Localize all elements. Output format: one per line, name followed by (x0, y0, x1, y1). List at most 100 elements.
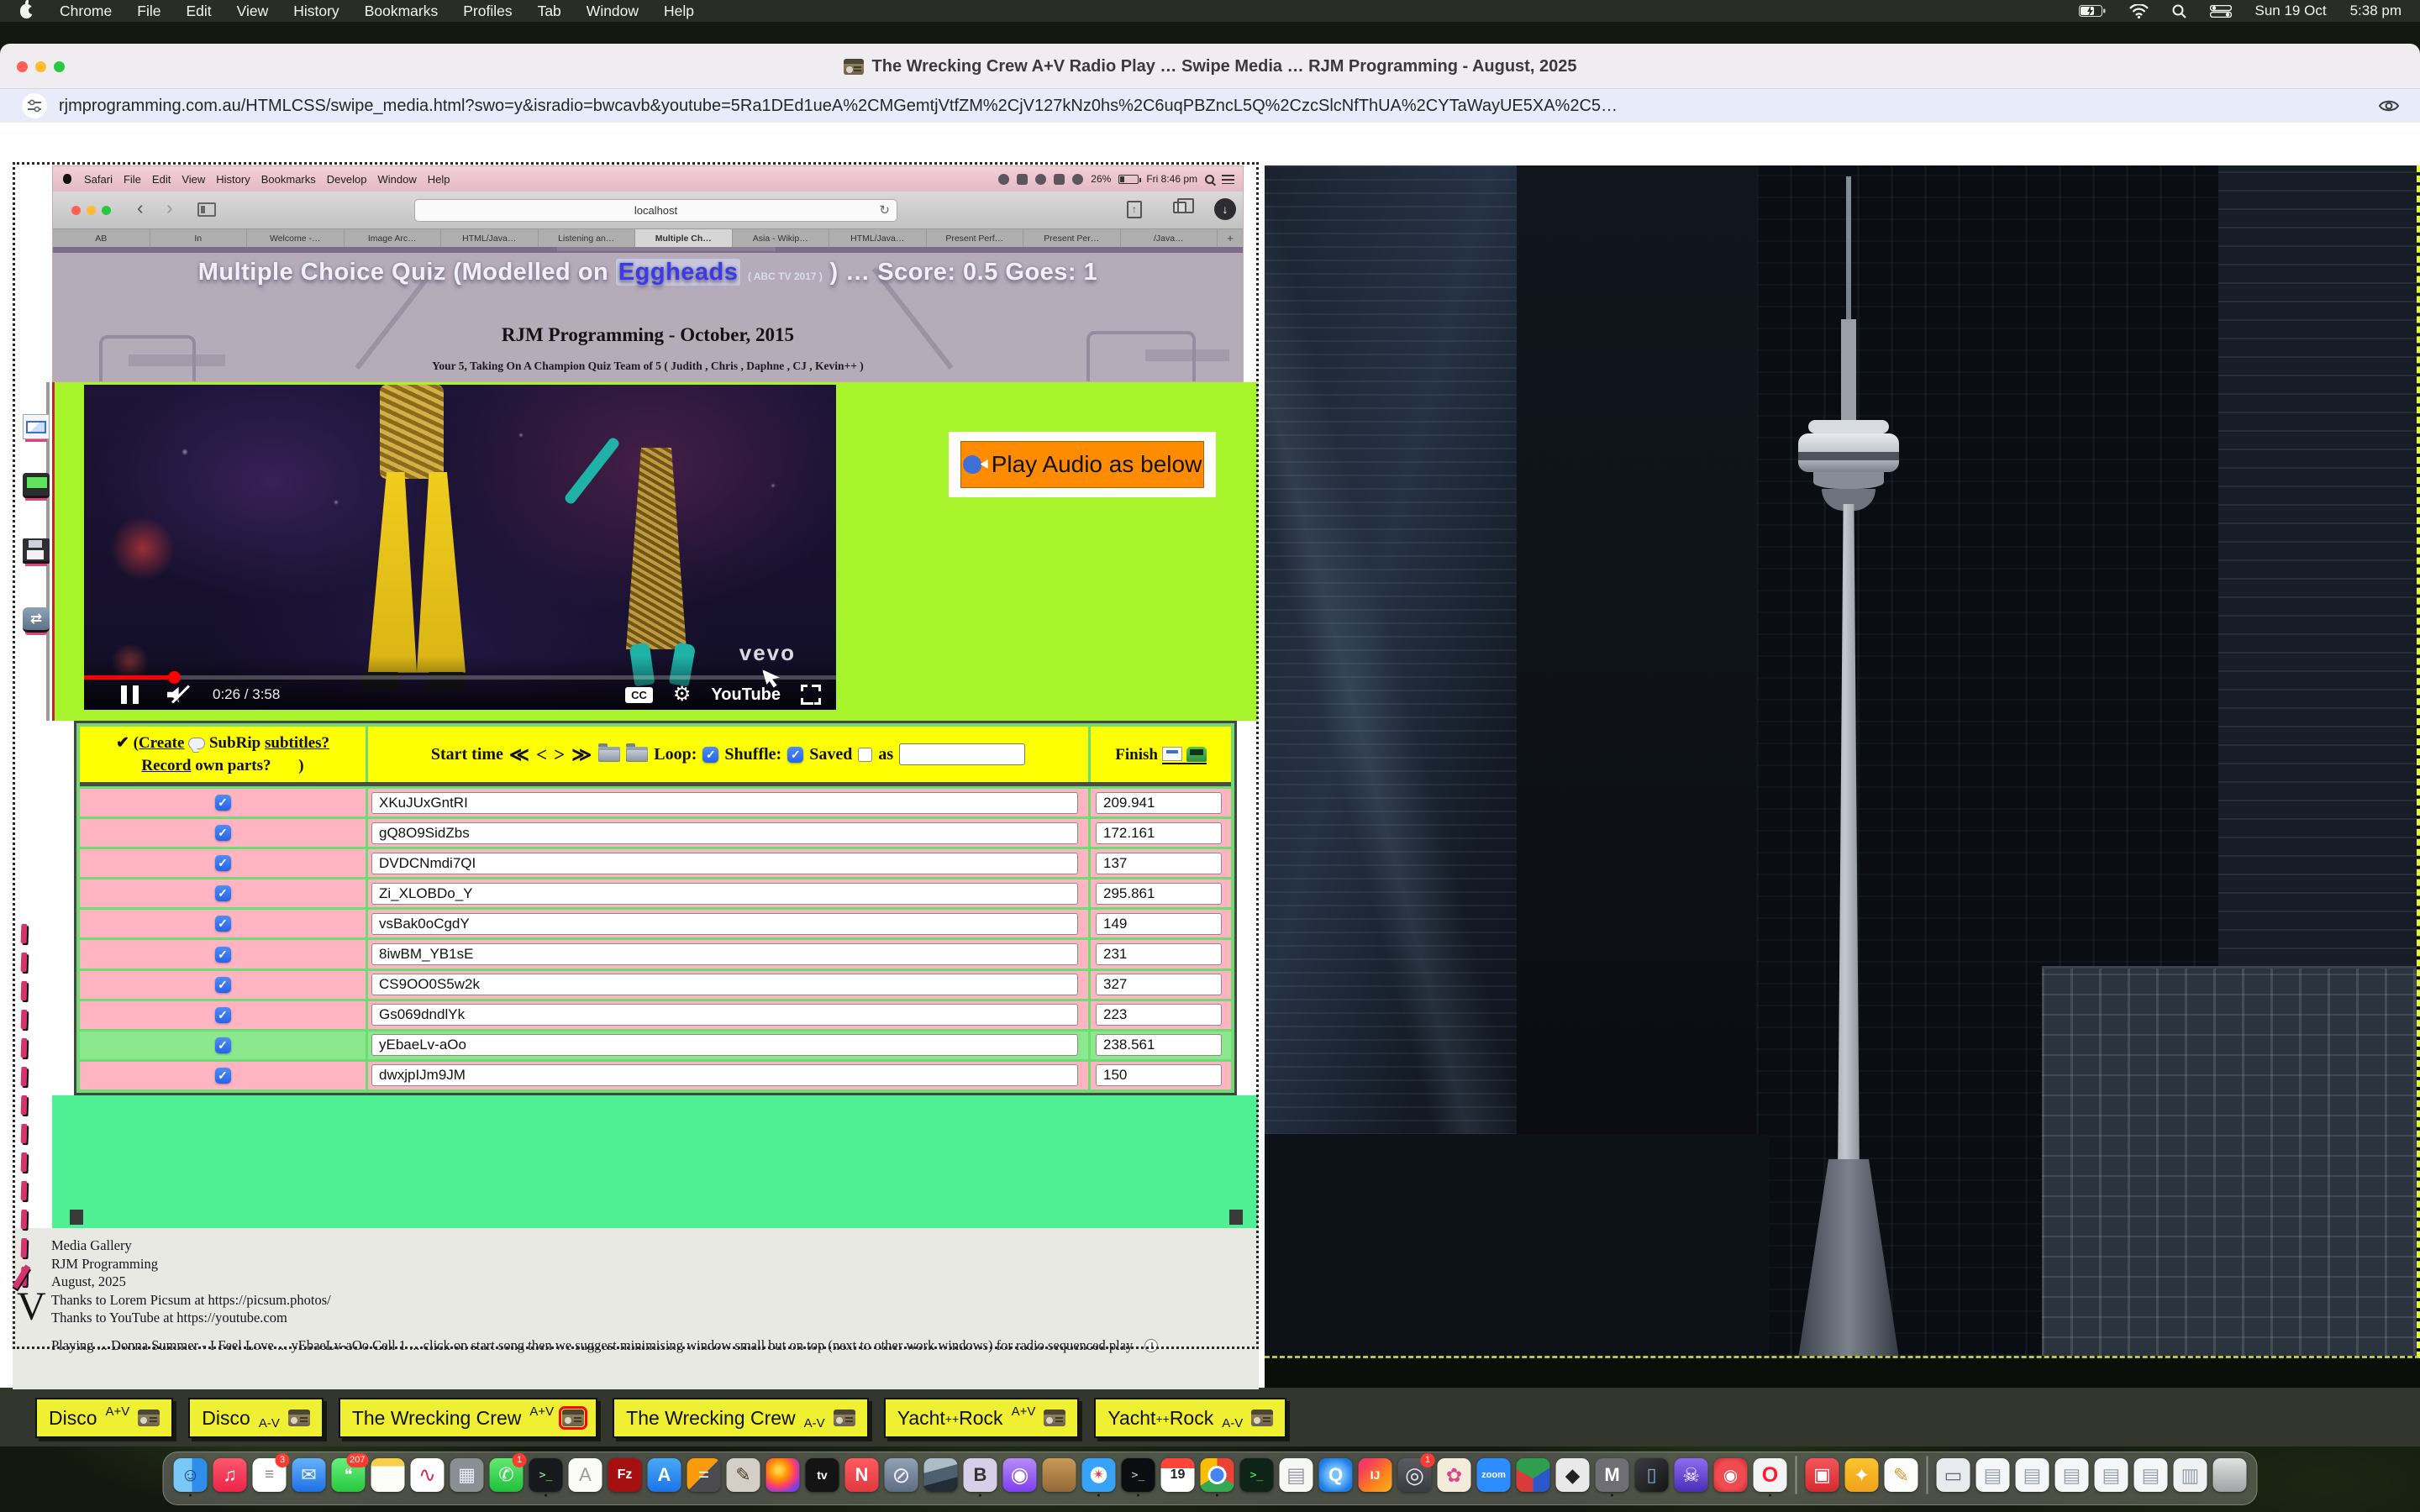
loop-checkbox[interactable]: ✓ (702, 747, 718, 763)
dock-icon-bbedit[interactable]: B ● (964, 1458, 997, 1499)
dock-icon-appstore[interactable]: A (648, 1458, 681, 1499)
menubar-item[interactable]: Profiles (463, 3, 512, 20)
menubar-item[interactable]: History (293, 3, 339, 20)
site-settings-icon[interactable] (22, 93, 47, 118)
menubar-item[interactable]: Chrome (60, 3, 112, 20)
settings-gear-icon[interactable]: ⚙ (673, 685, 692, 705)
dock-icon-terminal-green[interactable]: >_ (1240, 1458, 1274, 1499)
youtube-video-player[interactable]: vevo 0:26 / 3:58 CC ⚙ YouTube (84, 385, 836, 710)
youtube-id-input[interactable]: 8iwBM_YB1sE (371, 943, 1078, 965)
dock-icon-news[interactable]: N (845, 1458, 879, 1499)
seek-back-fast-button[interactable]: ≪ (509, 743, 530, 766)
dock-icon-podcasts[interactable]: ◉ (1003, 1458, 1037, 1499)
dock-icon-terminal[interactable]: >_ ● (529, 1458, 563, 1499)
dock-icon-inkscape[interactable]: ◆ (1556, 1458, 1590, 1499)
saved-checkbox[interactable] (858, 748, 872, 762)
dock-icon-quicktime[interactable]: Q (1319, 1458, 1353, 1499)
menubar-item[interactable]: Help (664, 3, 694, 20)
dock-icon-art-palette[interactable]: ✿ (1438, 1458, 1471, 1499)
dock-minimized-doc[interactable]: ▤ (1976, 1458, 2010, 1499)
dock-icon-messages[interactable]: ❝ 207 (332, 1458, 366, 1499)
subtitles-link[interactable]: subtitles? (265, 734, 329, 752)
email-finish-icon[interactable] (1162, 747, 1182, 761)
dock-icon-chrome[interactable]: ● (1201, 1458, 1234, 1499)
save-floppy-icon[interactable] (23, 538, 50, 564)
dock-icon-skull-app[interactable]: ☠ (1675, 1458, 1708, 1499)
dock-icon-calculator[interactable]: = (687, 1458, 721, 1499)
dock-icon-textedit[interactable]: A (569, 1458, 602, 1499)
dock-icon-triangle-app[interactable] (1517, 1458, 1550, 1499)
dock-minimized-window[interactable]: ▭ (1937, 1458, 1970, 1499)
dock-icon-iphone-mirroring[interactable]: ▯ (1635, 1458, 1669, 1499)
button-yacht-rock-a-minus-v[interactable]: Yacht++ Rock A-V (1094, 1398, 1286, 1438)
seek-back-button[interactable]: < (536, 743, 548, 766)
dock-minimized-doc[interactable]: ▤ (2016, 1458, 2049, 1499)
row-checkbox[interactable]: ✓ (215, 885, 231, 901)
dock-icon-facetime[interactable]: ✆ 1 (490, 1458, 523, 1499)
menubar-item[interactable]: Window (587, 3, 639, 20)
dock-icon-grapher[interactable]: ∿ (411, 1458, 445, 1499)
dock-icon-firefox[interactable] (766, 1458, 800, 1499)
finish-time-input[interactable]: 231 (1096, 943, 1222, 965)
finish-time-input[interactable]: 137 (1096, 853, 1222, 874)
dock-icon-gimp[interactable]: ✎ (727, 1458, 760, 1499)
finish-time-input[interactable]: 172.161 (1096, 822, 1222, 844)
youtube-logo[interactable]: YouTube (711, 685, 781, 705)
youtube-id-input[interactable]: yEbaeLv-aOo (371, 1034, 1078, 1056)
dock-icon-obs[interactable]: ◎ 1 (1398, 1458, 1432, 1499)
dock-minimized-doc[interactable]: ▥ (2174, 1458, 2207, 1499)
youtube-id-input[interactable]: dwxjpIJm9JM (371, 1064, 1078, 1086)
dock-icon-zoom[interactable]: zoom (1477, 1458, 1511, 1499)
shuffle-checkbox[interactable]: ✓ (787, 747, 803, 763)
dock-icon-photo-browser[interactable] (924, 1458, 958, 1499)
dock-icon-blocked[interactable]: ⊘ (885, 1458, 918, 1499)
youtube-id-input[interactable]: DVDCNmdi7QI (371, 853, 1078, 874)
finish-time-input[interactable]: 238.561 (1096, 1034, 1222, 1056)
apple-logo[interactable] (20, 4, 33, 18)
dock-minimized-doc[interactable]: ▤ (2055, 1458, 2089, 1499)
menubar-item[interactable]: Edit (186, 3, 211, 20)
wifi-icon[interactable] (2129, 4, 2149, 18)
battery-icon[interactable] (2079, 5, 2106, 18)
menubar-date[interactable]: Sun 19 Oct (2255, 3, 2327, 19)
row-checkbox[interactable]: ✓ (215, 825, 231, 841)
record-link[interactable]: Record (141, 757, 191, 774)
dock-icon-calendar[interactable]: 19 (1161, 1458, 1195, 1499)
seek-forward-fast-button[interactable]: ≫ (571, 743, 592, 766)
finish-time-input[interactable]: 223 (1096, 1004, 1222, 1026)
row-checkbox[interactable]: ✓ (215, 947, 231, 963)
address-bar[interactable]: rjmprogramming.com.au/HTMLCSS/swipe_medi… (59, 97, 1618, 116)
dock-divider[interactable] (1924, 1456, 1931, 1501)
create-link[interactable]: (Create (134, 734, 185, 752)
dock-icon-opera[interactable]: O ● (1754, 1458, 1787, 1499)
seek-forward-button[interactable]: > (554, 743, 566, 766)
dock-icon-trash[interactable] (2213, 1458, 2247, 1499)
dock-icon-mamp[interactable]: M ● (1596, 1458, 1629, 1499)
shuffle-icon[interactable]: ⇄ (23, 607, 50, 633)
row-checkbox[interactable]: ✓ (215, 795, 231, 811)
finish-time-input[interactable]: 150 (1096, 1064, 1222, 1086)
closed-captions-button[interactable]: CC (625, 687, 653, 703)
menubar-time[interactable]: 5:38 pm (2350, 3, 2402, 19)
dock-icon-lamp[interactable]: ✦ (1845, 1458, 1879, 1499)
dock-icon-speedometer[interactable]: ◉ (1714, 1458, 1748, 1499)
row-checkbox[interactable]: ✓ (215, 1068, 231, 1084)
button-wrecking-crew-a-minus-v[interactable]: The Wrecking Crew A-V (613, 1398, 869, 1438)
dock-icon-pages[interactable]: ✎ (1885, 1458, 1918, 1499)
dock-icon-mail[interactable]: ✉ (292, 1458, 326, 1499)
youtube-id-input[interactable]: vsBak0oCgdY (371, 913, 1078, 935)
dock-divider[interactable] (1793, 1456, 1800, 1501)
menubar-item[interactable]: File (137, 3, 160, 20)
row-checkbox[interactable]: ✓ (215, 855, 231, 871)
row-checkbox[interactable]: ✓ (215, 916, 231, 932)
dock-icon-finder[interactable]: ☺ ● (174, 1458, 208, 1499)
muted-volume-icon[interactable] (167, 685, 191, 705)
youtube-id-input[interactable]: Zi_XLOBDo_Y (371, 883, 1078, 905)
dock-icon-intellij[interactable]: IJ (1359, 1458, 1392, 1499)
pause-button[interactable] (121, 685, 139, 704)
dock-icon-photos-red[interactable]: ▣ (1806, 1458, 1839, 1499)
folder-icon[interactable] (598, 747, 620, 762)
row-checkbox[interactable]: ✓ (215, 1007, 231, 1023)
youtube-id-input[interactable]: Gs069dndlYk (371, 1004, 1078, 1026)
row-checkbox[interactable]: ✓ (215, 977, 231, 993)
